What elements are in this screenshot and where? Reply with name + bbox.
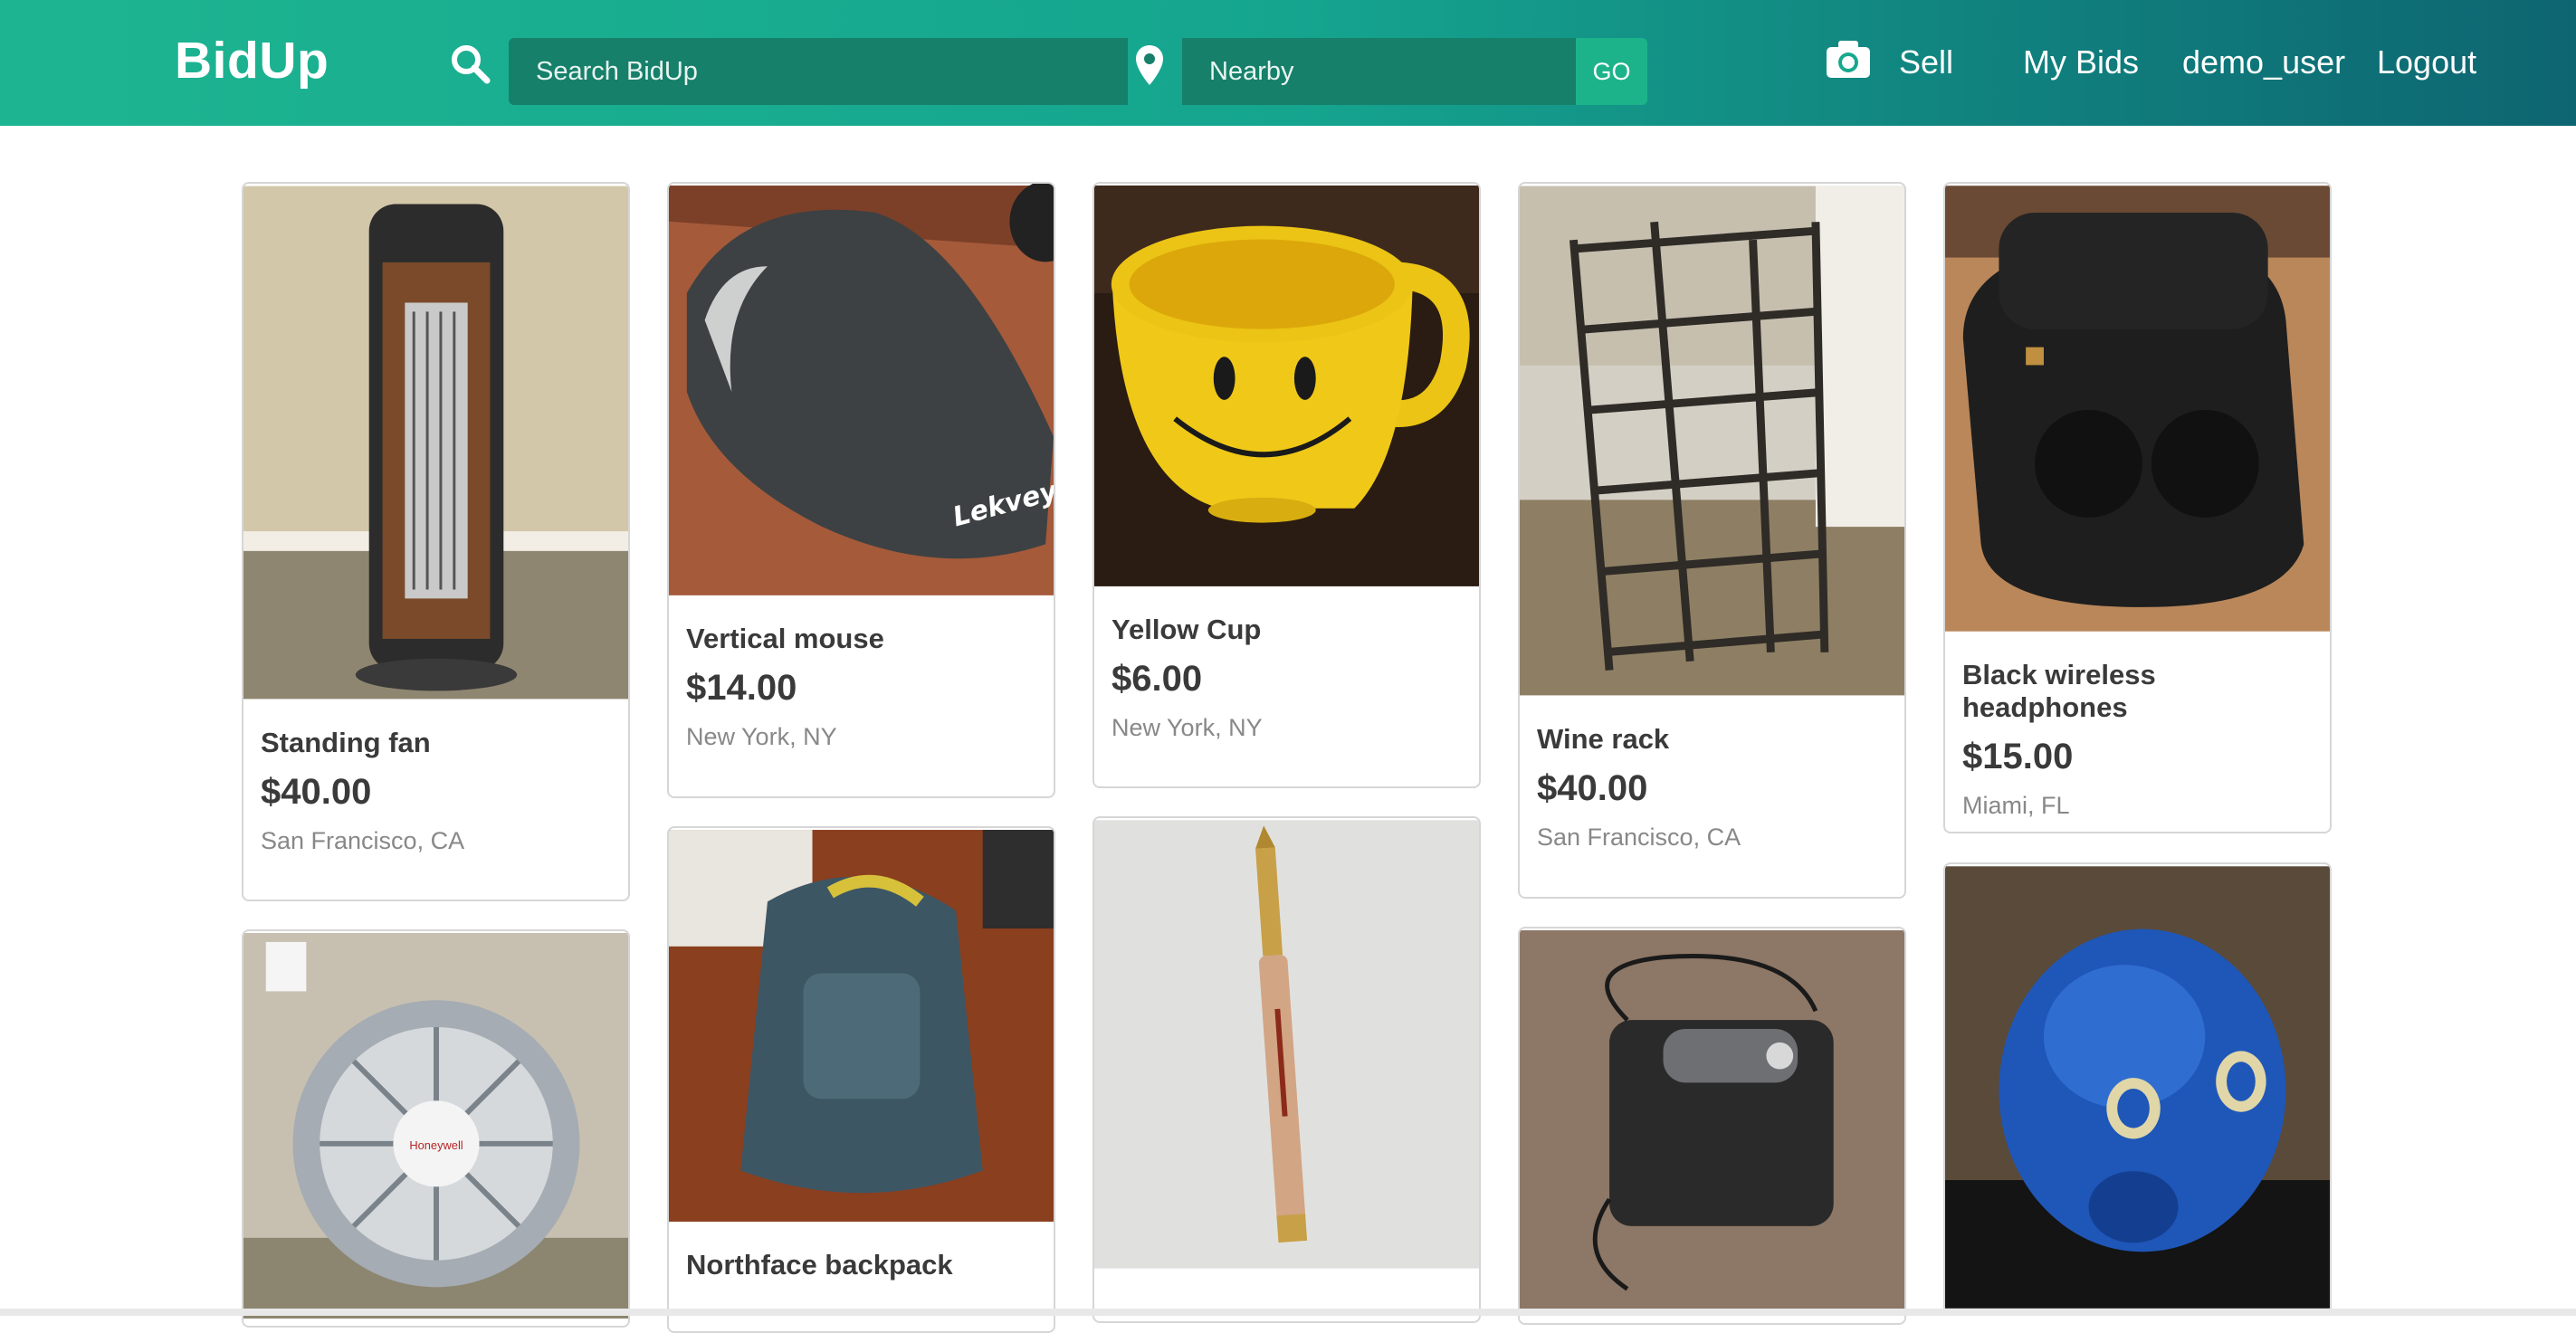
listing-price: $14.00 [686,668,797,708]
listing-card[interactable]: Lekvey Vertical mouse $14.00 New York, N… [667,182,1055,798]
listing-card[interactable]: Honeywell [242,929,630,1328]
backpack-image [669,830,1054,1222]
listing-price: $15.00 [1962,737,2074,776]
listing-title[interactable]: Wine rack [1537,723,1887,756]
listing-card[interactable]: Northface backpack [667,826,1055,1333]
headphones-image [1945,186,2330,632]
yellow-cup-image [1094,186,1479,586]
location-pin-icon [1136,45,1163,85]
pen-image [1094,820,1479,1269]
listing-location: New York, NY [686,723,837,750]
listing-price: $6.00 [1111,659,1203,699]
search-icon[interactable] [450,43,491,85]
listing-location: New York, NY [1111,714,1263,741]
listing-title[interactable]: Standing fan [261,727,611,759]
pencil-sharpener-image [1520,930,1904,1316]
listing-card[interactable] [1092,816,1481,1323]
bottom-divider [0,1309,2576,1316]
listing-price: $40.00 [1537,768,1648,808]
listing-location: Miami, FL [1962,792,2070,819]
listing-card[interactable]: Standing fan $40.00 San Francisco, CA [242,182,630,901]
listing-location: San Francisco, CA [1537,824,1741,851]
listing-title[interactable]: Northface backpack [686,1249,1036,1281]
camera-icon[interactable] [1825,38,1872,80]
vertical-mouse-image: Lekvey [669,184,1054,595]
user-profile-link[interactable]: demo_user [2182,43,2345,81]
listing-card[interactable] [1518,927,1906,1325]
listing-card[interactable]: Wine rack $40.00 San Francisco, CA [1518,182,1906,899]
search-input[interactable] [509,38,1128,105]
listing-card[interactable]: Yellow Cup $6.00 New York, NY [1092,182,1481,788]
listing-price: $40.00 [261,772,372,812]
location-input[interactable] [1182,38,1576,105]
go-button[interactable]: GO [1576,38,1647,105]
listing-card[interactable] [1943,862,2332,1315]
standing-fan-image [243,186,628,700]
wine-rack-image [1520,186,1904,696]
sell-link[interactable]: Sell [1899,43,1953,81]
svg-text:Honeywell: Honeywell [409,1138,463,1152]
listing-card[interactable]: Black wireless headphones $15.00 Miami, … [1943,182,2332,833]
listing-location: San Francisco, CA [261,827,465,854]
piggy-bank-image [1945,866,2330,1309]
logo[interactable]: BidUp [175,31,329,90]
listing-title[interactable]: Yellow Cup [1111,614,1462,646]
my-bids-link[interactable]: My Bids [2023,43,2139,81]
listing-title[interactable]: Vertical mouse [686,623,1036,655]
desk-fan-image: Honeywell [243,933,628,1319]
logout-link[interactable]: Logout [2377,43,2476,81]
top-navbar: BidUp GO Sell My Bids demo_user Logout [0,0,2576,126]
listing-title[interactable]: Black wireless headphones [1962,659,2313,724]
